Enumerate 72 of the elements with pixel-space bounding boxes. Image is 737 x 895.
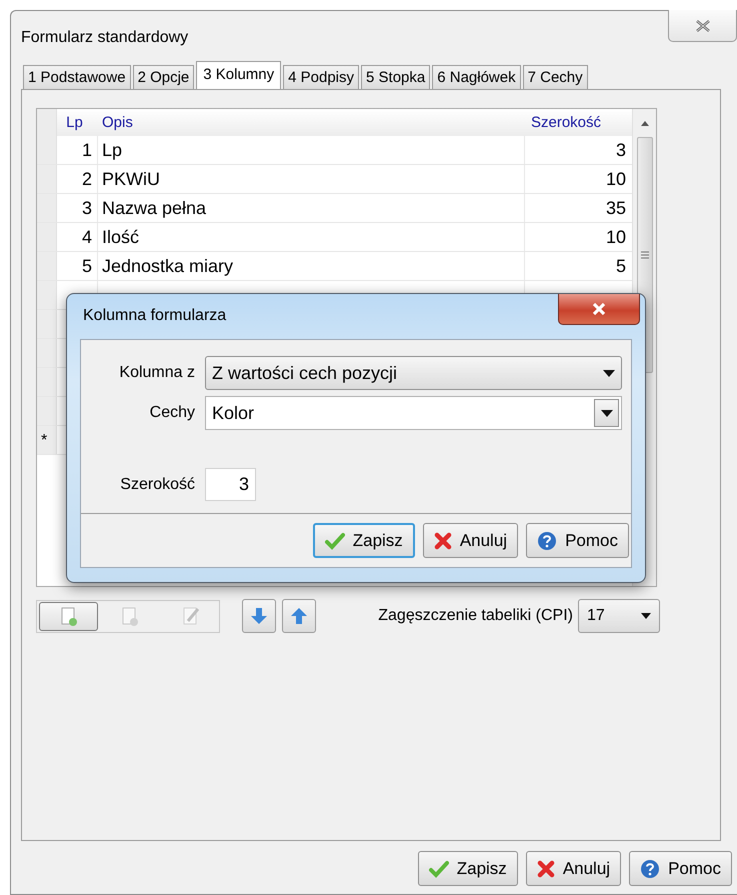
column-header: Szerokość bbox=[530, 113, 602, 133]
grip-icon bbox=[640, 251, 648, 259]
tab[interactable]: 1 Podstawowe bbox=[23, 65, 131, 89]
column-header: Lp bbox=[65, 113, 84, 133]
table-cell: Jednostka miary bbox=[97, 252, 525, 280]
button[interactable]: Zapisz bbox=[312, 523, 415, 558]
arrow-button[interactable] bbox=[282, 599, 316, 633]
row-header[interactable] bbox=[37, 339, 57, 367]
row-header[interactable] bbox=[37, 136, 57, 164]
table-cell: Nazwa pełna bbox=[97, 194, 525, 222]
dropdown-arrow-icon bbox=[641, 613, 651, 619]
field-label: Cechy bbox=[148, 403, 196, 423]
help-icon bbox=[537, 530, 558, 550]
tab[interactable]: 2 Opcje bbox=[132, 65, 194, 89]
row-header[interactable] bbox=[37, 368, 57, 396]
column-header: Opis bbox=[101, 113, 134, 133]
down-arrow-icon bbox=[249, 606, 269, 626]
new-row-marker: * bbox=[41, 431, 48, 451]
row-header[interactable] bbox=[37, 223, 57, 251]
button[interactable]: Zapisz bbox=[418, 851, 518, 886]
button[interactable]: Pomoc bbox=[629, 851, 732, 886]
row-header[interactable] bbox=[37, 252, 57, 280]
table-cell: Lp bbox=[97, 136, 525, 164]
tab[interactable]: 4 Podpisy bbox=[283, 65, 360, 89]
cpi-dropdown[interactable]: 17 bbox=[578, 599, 660, 633]
check-icon bbox=[324, 532, 345, 550]
close-icon bbox=[694, 18, 710, 32]
help-icon bbox=[640, 858, 660, 878]
button[interactable]: Anuluj bbox=[526, 851, 622, 886]
table-cell: Ilość bbox=[97, 223, 525, 251]
tool-button[interactable] bbox=[39, 602, 98, 630]
dialog-title: Kolumna formularza bbox=[82, 306, 228, 326]
close-icon bbox=[434, 532, 452, 550]
table-cell-text: 5 bbox=[614, 255, 627, 278]
arrow-button[interactable] bbox=[242, 599, 276, 633]
table-cell-text: 10 bbox=[604, 226, 627, 249]
close-icon bbox=[591, 302, 607, 316]
button[interactable]: Pomoc bbox=[526, 523, 629, 558]
cpi-label: Zagęszczenie tabeliki (CPI) bbox=[378, 606, 573, 626]
tab[interactable]: 3 Kolumny bbox=[196, 61, 282, 89]
row-header[interactable] bbox=[37, 310, 57, 338]
table-cell-text: 4 bbox=[80, 226, 93, 249]
table-cell-text: 5 bbox=[80, 255, 93, 278]
table-cell-text: 3 bbox=[614, 139, 627, 162]
dropdown-arrow-icon bbox=[603, 370, 615, 376]
row-header[interactable] bbox=[37, 281, 57, 309]
up-arrow-icon bbox=[289, 606, 309, 626]
scroll-up-icon bbox=[640, 121, 648, 126]
row-header[interactable] bbox=[37, 165, 57, 193]
column-source-dropdown[interactable]: Z wartości cech pozycji bbox=[205, 356, 622, 390]
button[interactable]: Anuluj bbox=[422, 523, 518, 558]
row-header[interactable] bbox=[37, 397, 57, 425]
tab[interactable]: 7 Cechy bbox=[522, 65, 588, 89]
width-input-field[interactable]: 3 bbox=[205, 468, 256, 501]
table-cell-text: 2 bbox=[80, 168, 93, 191]
window-title: Formularz standardowy bbox=[20, 28, 190, 48]
table-cell: PKWiU bbox=[97, 165, 525, 193]
row-header bbox=[37, 109, 57, 136]
table-cell-text: 10 bbox=[604, 168, 627, 191]
table-cell-text: 35 bbox=[604, 197, 627, 220]
field-label: Szerokość bbox=[119, 474, 196, 494]
field-label: Kolumna z bbox=[118, 363, 196, 383]
check-icon bbox=[428, 860, 449, 878]
close-icon bbox=[536, 860, 555, 878]
table-cell-text: 3 bbox=[80, 197, 93, 220]
feature-dropdown[interactable]: Kolor bbox=[205, 396, 622, 430]
tab[interactable]: 6 Nagłówek bbox=[432, 65, 521, 89]
dropdown-arrow-icon bbox=[600, 410, 612, 416]
tab[interactable]: 5 Stopka bbox=[361, 65, 430, 89]
close-button[interactable] bbox=[558, 294, 640, 325]
row-header[interactable] bbox=[37, 194, 57, 222]
table-cell-text: 1 bbox=[80, 139, 93, 162]
